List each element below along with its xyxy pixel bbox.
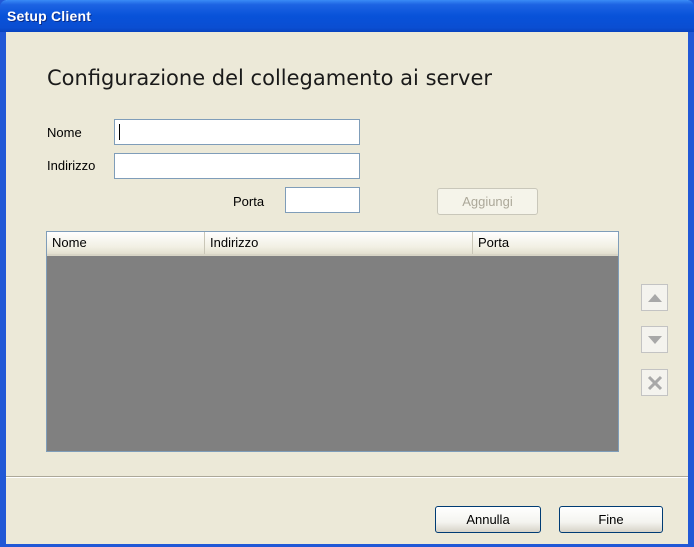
title-bar[interactable]: Setup Client xyxy=(0,0,694,32)
page-title: Configurazione del collegamento ai serve… xyxy=(47,66,493,90)
close-icon xyxy=(647,375,662,390)
arrow-up-icon xyxy=(647,293,662,302)
name-field[interactable] xyxy=(114,119,360,145)
delete-button[interactable] xyxy=(641,369,668,396)
port-label: Porta xyxy=(233,194,265,209)
move-up-button[interactable] xyxy=(641,284,668,311)
text-caret xyxy=(119,124,120,140)
move-down-button[interactable] xyxy=(641,326,668,353)
address-label: Indirizzo xyxy=(47,158,96,173)
column-header-address[interactable]: Indirizzo xyxy=(205,232,473,254)
server-list[interactable]: Nome Indirizzo Porta xyxy=(46,231,619,452)
column-header-port[interactable]: Porta xyxy=(473,232,618,254)
window-title: Setup Client xyxy=(7,8,92,24)
finish-button[interactable]: Fine xyxy=(559,506,663,533)
arrow-down-icon xyxy=(647,335,662,344)
name-label: Nome xyxy=(47,125,82,140)
list-header: Nome Indirizzo Porta xyxy=(47,232,618,256)
column-header-name[interactable]: Nome xyxy=(47,232,205,254)
port-field[interactable] xyxy=(285,187,360,213)
footer-separator xyxy=(6,476,688,478)
add-button[interactable]: Aggiungi xyxy=(437,188,538,215)
address-field[interactable] xyxy=(114,153,360,179)
cancel-button[interactable]: Annulla xyxy=(435,506,541,533)
